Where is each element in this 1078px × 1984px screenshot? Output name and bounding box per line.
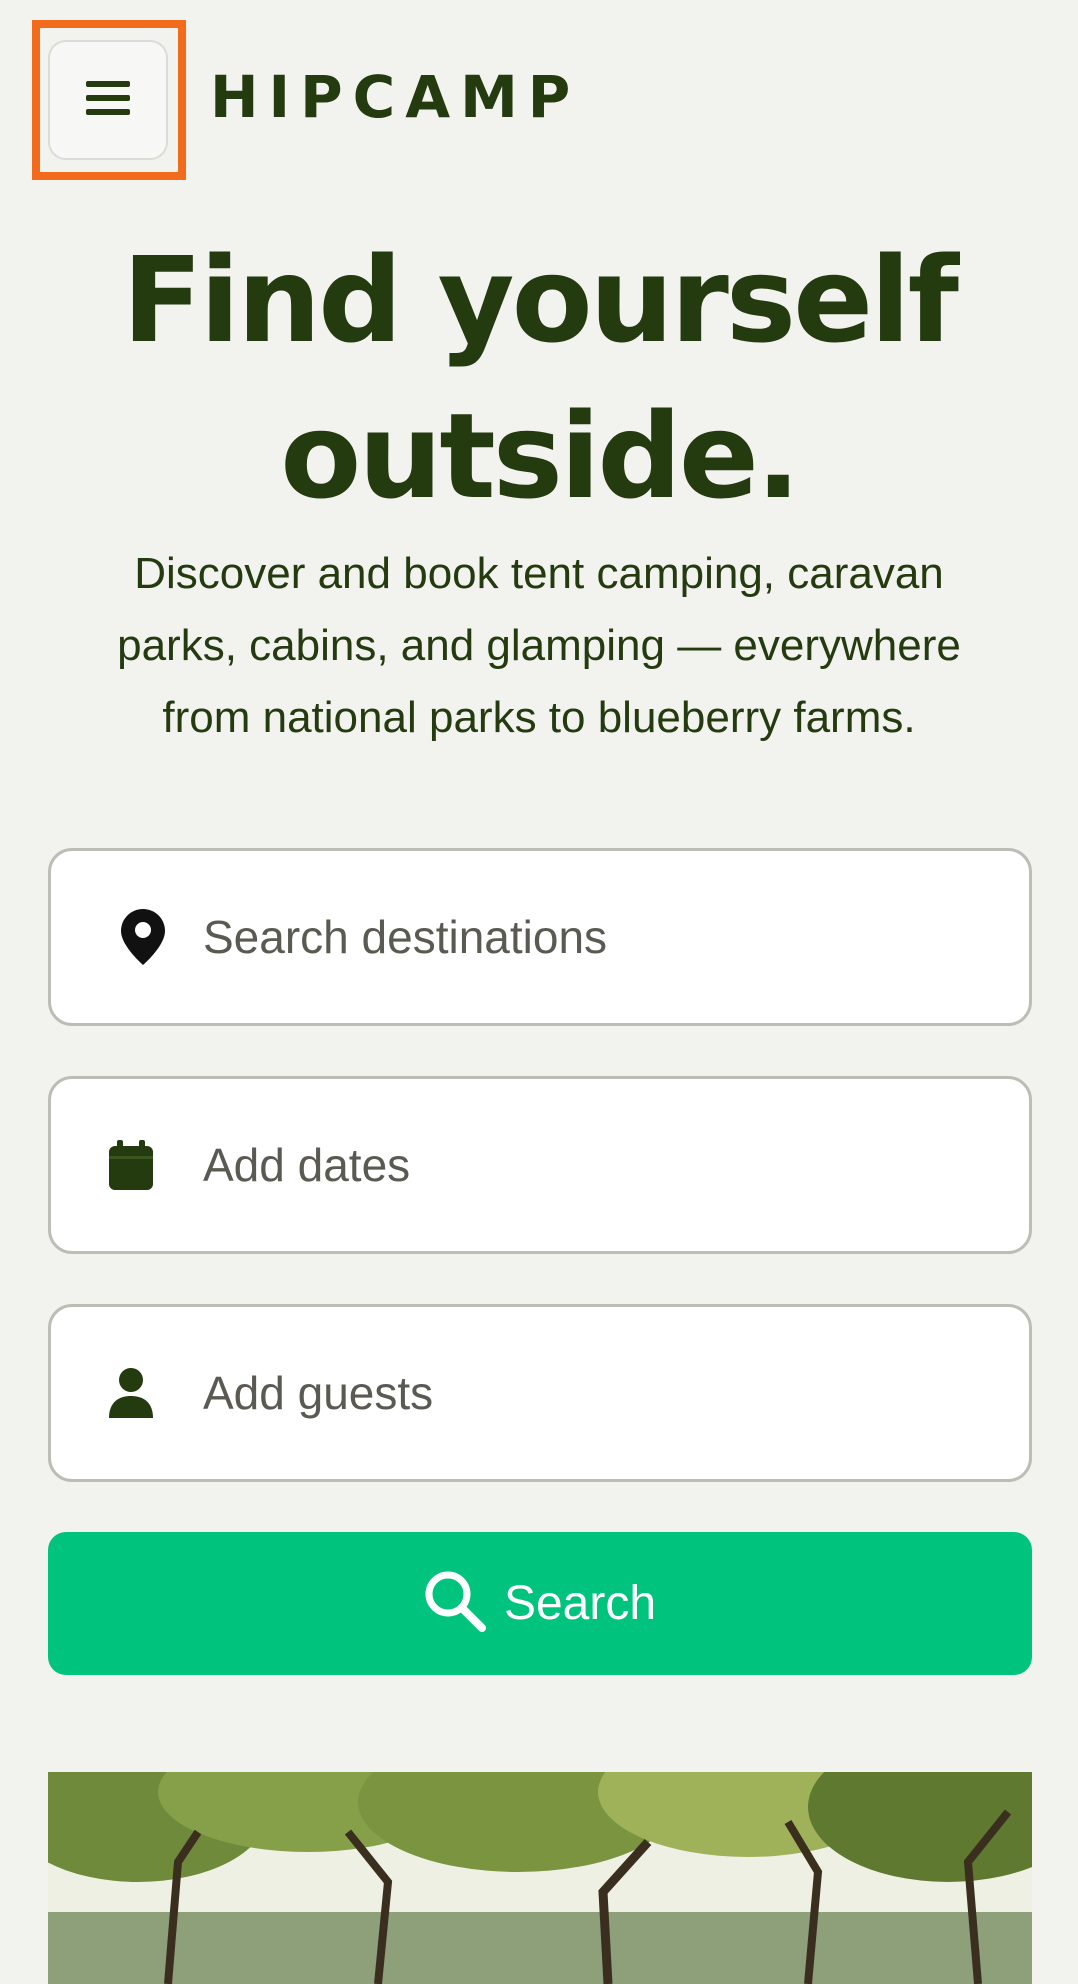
dates-placeholder: Add dates bbox=[203, 1139, 411, 1191]
magnifier-icon bbox=[424, 1570, 486, 1637]
dates-field[interactable]: Add dates bbox=[48, 1076, 1032, 1254]
hamburger-icon bbox=[84, 78, 132, 123]
hero-subtitle: Discover and book tent camping, caravan … bbox=[117, 549, 961, 742]
hero-title-line-1: Find yourself bbox=[122, 231, 959, 369]
guests-field[interactable]: Add guests bbox=[48, 1304, 1032, 1482]
hero-title: Find yourself outside. bbox=[0, 222, 1078, 534]
hero-title-line-2: outside. bbox=[280, 387, 800, 525]
header: HIPCAMP bbox=[0, 0, 1078, 190]
destination-placeholder: Search destinations bbox=[203, 911, 608, 963]
search-button-label: Search bbox=[503, 1577, 657, 1630]
hipcamp-logo[interactable]: HIPCAMP bbox=[210, 62, 580, 132]
campsite-photo bbox=[48, 1772, 1032, 1984]
menu-button[interactable] bbox=[48, 40, 168, 160]
destination-search-field[interactable]: Search destinations bbox=[48, 848, 1032, 1026]
guests-placeholder: Add guests bbox=[203, 1367, 434, 1419]
calendar-icon bbox=[96, 1130, 166, 1200]
search-button[interactable]: Search bbox=[48, 1532, 1032, 1675]
person-icon bbox=[96, 1358, 166, 1428]
map-pin-icon bbox=[108, 902, 178, 972]
